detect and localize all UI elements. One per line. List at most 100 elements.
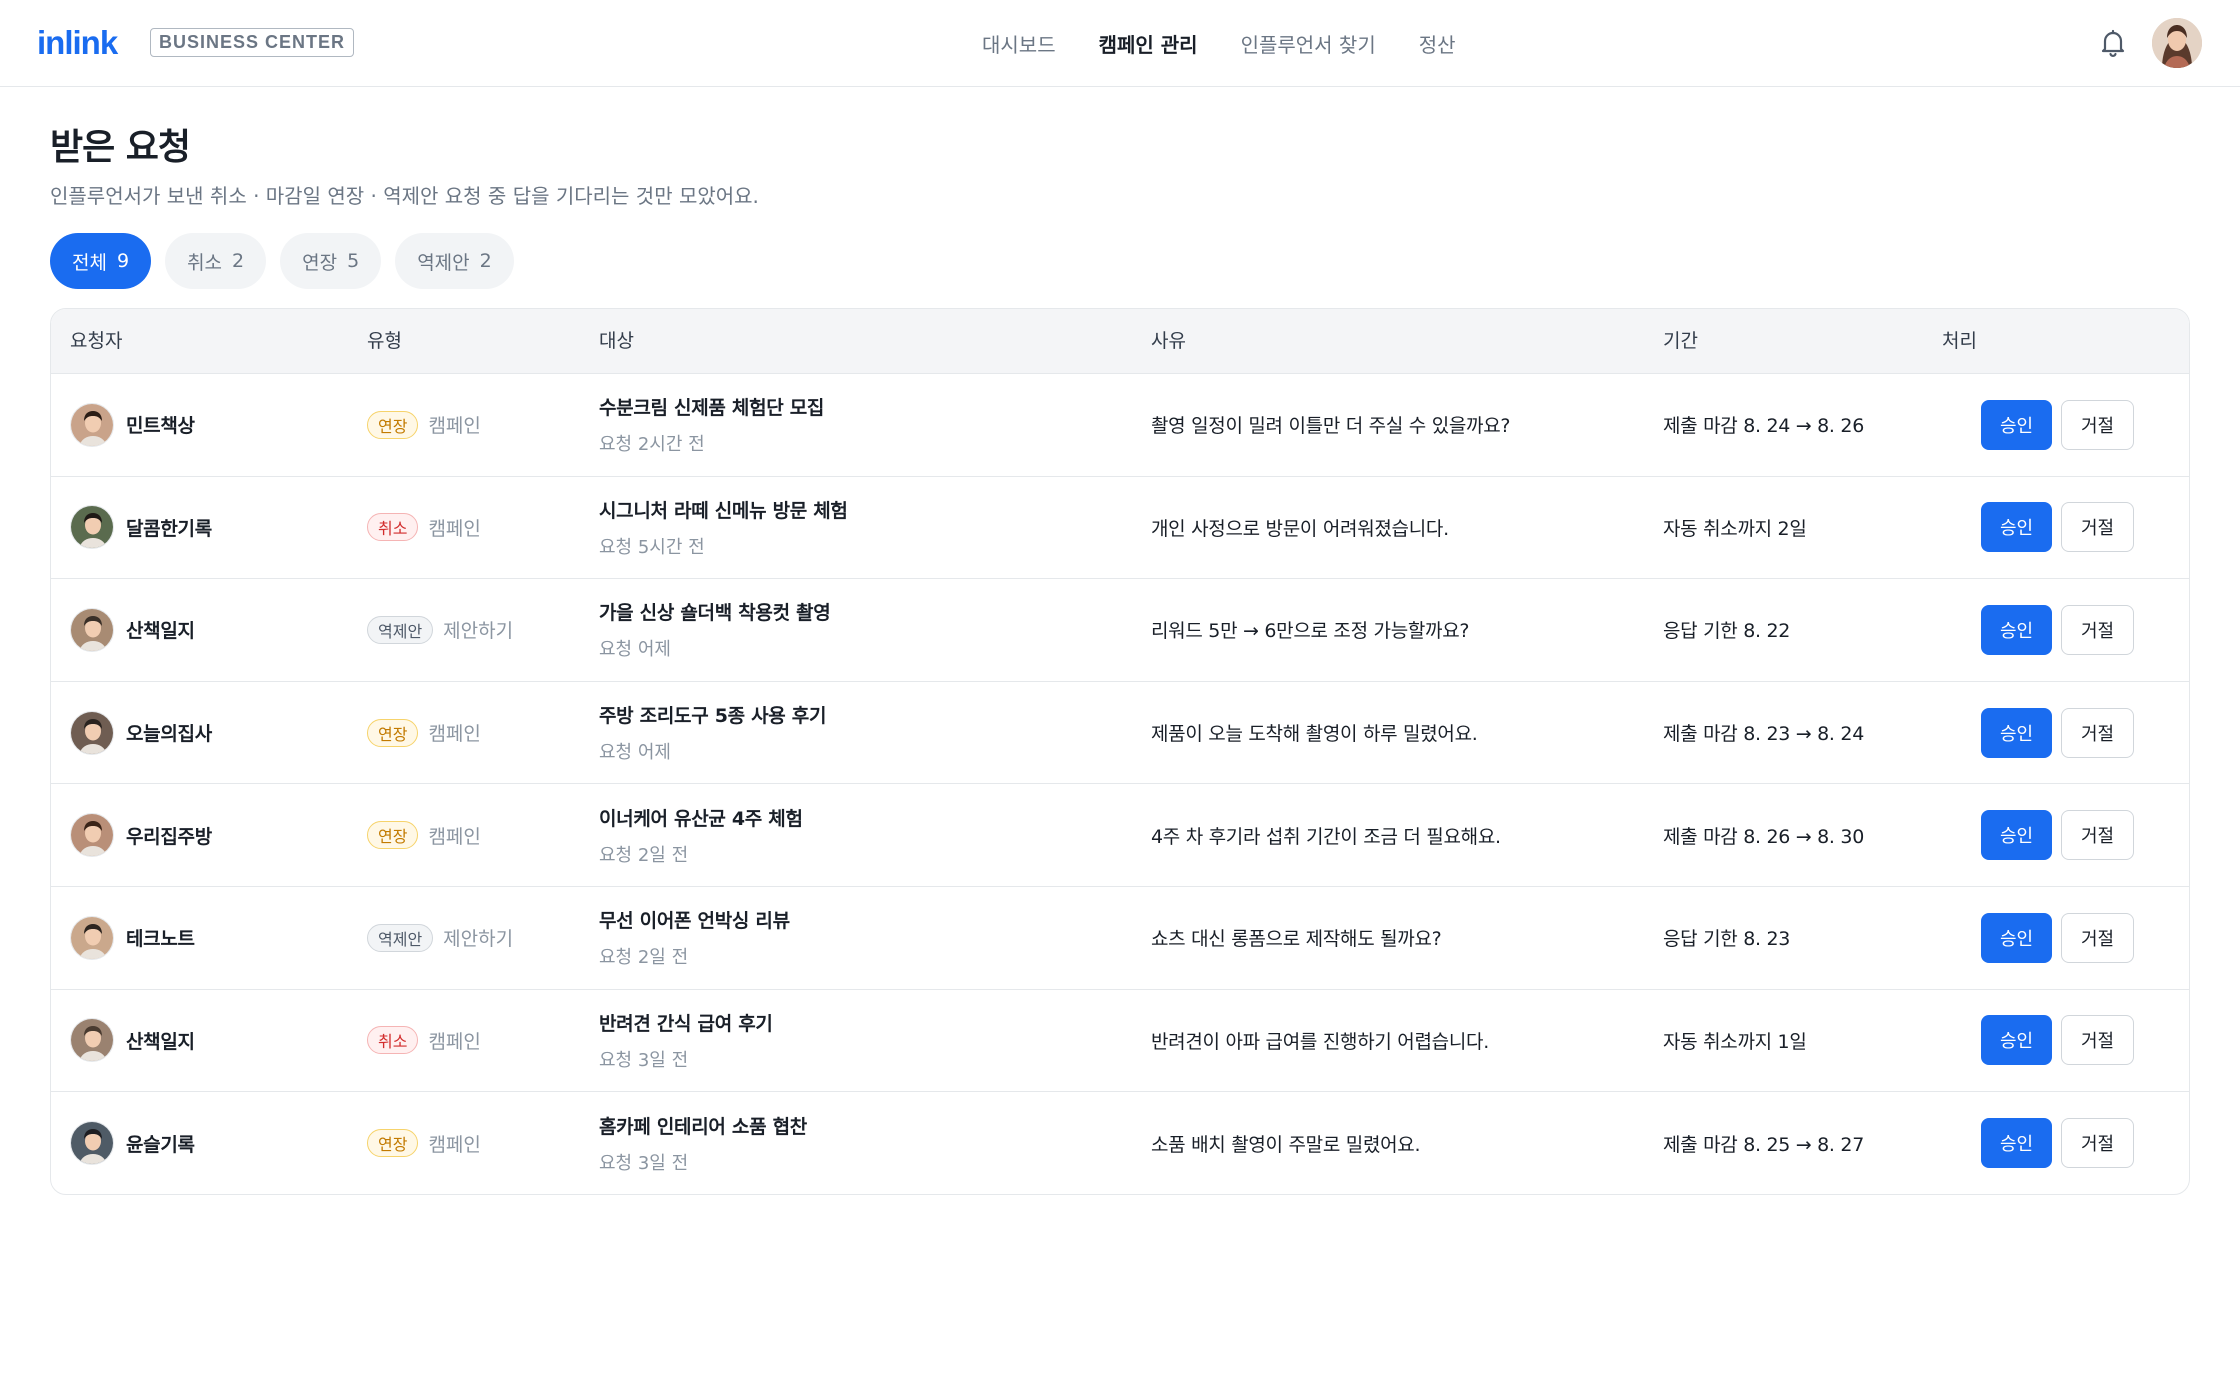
reject-button[interactable]: 거절 [2061,707,2134,758]
requester-name[interactable]: 산책일지 [126,1027,195,1054]
reason-text: 반려견이 아파 급여를 진행하기 어렵습니다. [1151,1030,1489,1053]
target-title[interactable]: 주방 조리도구 5종 사용 후기 [599,701,826,728]
approve-button[interactable]: 승인 [1981,1118,2052,1169]
action-cell: 승인 거절 [1981,887,2134,989]
period-text: 응답 기한 8. 22 [1663,620,1791,643]
target-title[interactable]: 수분크림 신제품 체험단 모집 [599,393,824,420]
type-cell: 역제안 제안하기 [367,887,513,989]
type-cell: 역제안 제안하기 [367,579,513,681]
main-nav: 대시보드 캠페인 관리 인플루언서 찾기 정산 [982,0,1499,87]
reason-cell: 개인 사정으로 방문이 어려워졌습니다. [1151,477,1449,579]
approve-button[interactable]: 승인 [1981,810,2052,861]
table-row: 오늘의집사 연장 캠페인 주방 조리도구 5종 사용 후기 요청 어제 제품이 오늘 도착… [51,682,2189,785]
top-bar: inlink BUSINESS CENTER 대시보드 캠페인 관리 인플루언서 찾… [0,0,2240,87]
period-text: 제출 마감 8. 24 → 8. 26 [1663,415,1864,438]
approve-button[interactable]: 승인 [1981,399,2052,450]
period-cell: 제출 마감 8. 26 → 8. 30 [1663,784,1864,886]
reject-button[interactable]: 거절 [2061,1015,2134,1066]
target-title[interactable]: 무선 이어폰 언박싱 리뷰 [599,906,790,933]
target-cell: 시그니처 라떼 신메뉴 방문 체험 요청 5시간 전 [599,477,848,579]
type-source: 캠페인 [428,415,481,438]
nav-item[interactable]: 캠페인 관리 [1099,29,1198,58]
approve-button[interactable]: 승인 [1981,912,2052,963]
reason-cell: 리워드 5만 → 6만으로 조정 가능할까요? [1151,579,1470,681]
type-source: 캠페인 [428,517,481,540]
filter-chip[interactable]: 연장 5 [280,233,382,289]
filter-chip-count: 2 [479,250,492,272]
action-cell: 승인 거절 [1981,990,2134,1092]
nav-item[interactable]: 인플루언서 찾기 [1241,29,1376,58]
filter-chip[interactable]: 취소 2 [165,233,267,289]
filter-chip-label: 전체 [72,251,107,274]
filter-chip-label: 역제안 [417,251,470,274]
page-description: 인플루언서가 보낸 취소 · 마감일 연장 · 역제안 요청 중 답을 기다리는… [50,184,759,208]
requester-cell: 윤슬기록 [70,1092,195,1194]
target-title[interactable]: 홈카페 인테리어 소품 협찬 [599,1112,807,1139]
requester-name[interactable]: 산책일지 [126,616,195,643]
reason-text: 촬영 일정이 밀려 이틀만 더 주실 수 있을까요? [1151,415,1511,438]
reject-button[interactable]: 거절 [2061,502,2134,553]
approve-button[interactable]: 승인 [1981,604,2052,655]
type-badge: 취소 [367,1026,419,1055]
reject-button[interactable]: 거절 [2061,399,2134,450]
reject-button[interactable]: 거절 [2061,912,2134,963]
requester-name[interactable]: 테크노트 [126,924,195,951]
period-text: 제출 마감 8. 23 → 8. 24 [1663,723,1864,746]
requester-name[interactable]: 윤슬기록 [126,1130,195,1157]
type-badge: 역제안 [367,615,434,644]
requester-cell: 테크노트 [70,887,195,989]
filter-chip-label: 취소 [187,251,223,274]
approve-button[interactable]: 승인 [1981,502,2052,553]
type-source: 캠페인 [428,825,481,848]
target-cell: 무선 이어폰 언박싱 리뷰 요청 2일 전 [599,887,790,989]
column-header: 대상 [599,330,634,352]
filter-chip[interactable]: 전체 9 [50,233,152,289]
bell-icon[interactable] [2097,27,2129,59]
requester-name[interactable]: 달콤한기록 [126,514,212,541]
reject-button[interactable]: 거절 [2061,810,2134,861]
reason-text: 소품 배치 촬영이 주말로 밀렸어요. [1151,1133,1421,1156]
approve-button[interactable]: 승인 [1981,707,2052,758]
table-body: 민트책상 연장 캠페인 수분크림 신제품 체험단 모집 요청 2시간 전 촬영 일정이 밀… [51,374,2189,1194]
column-header: 기간 [1663,330,1698,352]
avatar [70,402,114,447]
nav-item[interactable]: 정산 [1419,29,1456,58]
logo[interactable]: inlink [37,24,118,62]
reject-button[interactable]: 거절 [2061,1118,2134,1169]
requester-name[interactable]: 우리집주방 [126,822,212,849]
approve-button[interactable]: 승인 [1981,1015,2052,1066]
table-row: 테크노트 역제안 제안하기 무선 이어폰 언박싱 리뷰 요청 2일 전 쇼츠 대신 롱폼으… [51,887,2189,990]
target-title[interactable]: 반려견 간식 급여 후기 [599,1009,773,1036]
target-title[interactable]: 가을 신상 숄더백 착용컷 촬영 [599,598,831,625]
column-header: 처리 [1942,330,1977,352]
requester-cell: 산책일지 [70,579,195,681]
reason-text: 개인 사정으로 방문이 어려워졌습니다. [1151,517,1449,540]
type-cell: 연장 캠페인 [367,1092,481,1194]
filter-chip[interactable]: 역제안 2 [395,233,514,289]
column-header: 사유 [1151,330,1186,352]
reason-cell: 촬영 일정이 밀려 이틀만 더 주실 수 있을까요? [1151,374,1511,476]
reason-cell: 반려견이 아파 급여를 진행하기 어렵습니다. [1151,990,1489,1092]
filter-chip-count: 9 [116,250,130,272]
target-title[interactable]: 이너케어 유산균 4주 체험 [599,804,803,831]
period-text: 자동 취소까지 2일 [1663,517,1807,540]
action-cell: 승인 거절 [1981,784,2134,886]
type-source: 캠페인 [428,1030,481,1053]
action-cell: 승인 거절 [1981,1092,2134,1194]
action-cell: 승인 거절 [1981,579,2134,681]
nav-item[interactable]: 대시보드 [982,29,1056,58]
requested-time: 요청 어제 [599,639,671,661]
type-badge: 연장 [367,410,419,439]
reject-button[interactable]: 거절 [2061,604,2134,655]
type-cell: 연장 캠페인 [367,784,481,886]
filter-chip-label: 연장 [302,251,338,274]
type-source: 캠페인 [428,1133,481,1156]
requester-name[interactable]: 오늘의집사 [126,719,212,746]
target-title[interactable]: 시그니처 라떼 신메뉴 방문 체험 [599,496,848,523]
avatar[interactable] [2152,18,2202,68]
target-cell: 가을 신상 숄더백 착용컷 촬영요청 어제 [599,579,831,681]
requester-name[interactable]: 민트책상 [126,411,195,438]
period-text: 자동 취소까지 1일 [1663,1030,1807,1053]
requested-time: 요청 3일 전 [599,1152,689,1174]
reason-text: 제품이 오늘 도착해 촬영이 하루 밀렸어요. [1151,723,1478,746]
